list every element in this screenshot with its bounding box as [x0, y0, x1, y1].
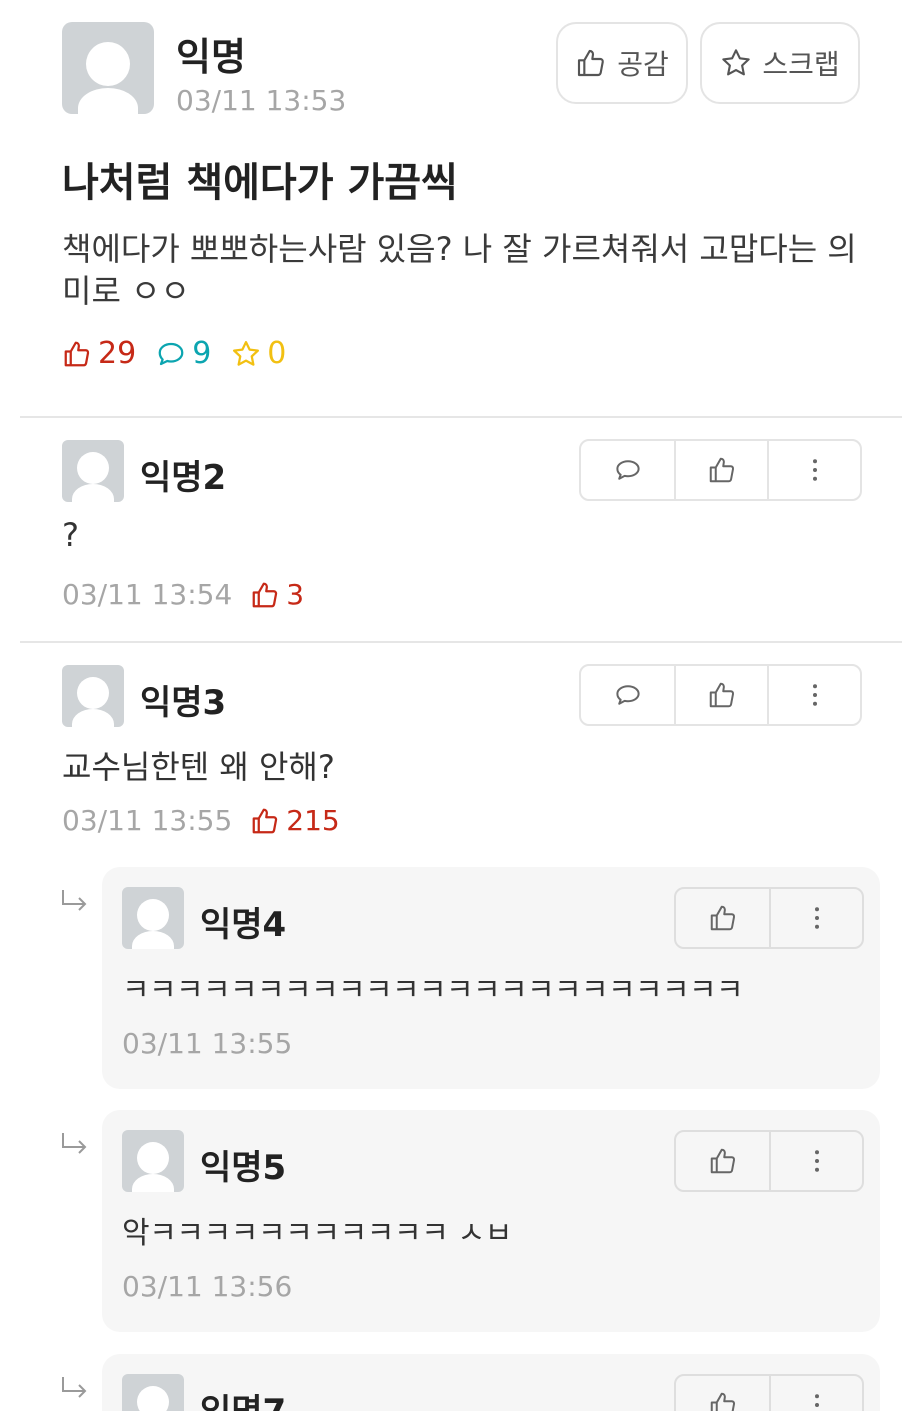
comment-actions — [579, 439, 862, 501]
more-options-button[interactable] — [769, 1376, 862, 1411]
like-count: 29 — [62, 336, 136, 371]
divider — [20, 416, 902, 418]
comment-text: ? — [62, 516, 79, 554]
reply-author-avatar — [122, 1374, 184, 1411]
upvote-button[interactable] — [676, 889, 769, 947]
comment-author: 익명2 — [140, 458, 227, 498]
reply-actions — [674, 1130, 864, 1192]
more-vertical-icon — [812, 684, 817, 706]
star-icon — [722, 49, 751, 76]
reply-item: 익명7 — [102, 1354, 880, 1411]
thumbs-up-icon — [578, 49, 605, 77]
more-options-button[interactable] — [769, 1132, 862, 1190]
reply-author: 익명4 — [200, 905, 287, 945]
comment-vote-count: 3 — [250, 578, 304, 611]
more-vertical-icon — [814, 907, 819, 929]
thumbs-up-icon — [252, 808, 278, 833]
post-stats: 29 9 0 — [62, 336, 286, 371]
like-button-label: 공감 — [617, 48, 669, 81]
reply-author-avatar — [122, 1130, 184, 1192]
more-vertical-icon — [814, 1394, 819, 1407]
thumbs-up-icon — [64, 341, 90, 366]
reply-text: 악ㅋㅋㅋㅋㅋㅋㅋㅋㅋㅋㅋ ㅅㅂ — [122, 1216, 512, 1251]
scrap-count-value: 0 — [267, 336, 287, 371]
post-body: 책에다가 뽀뽀하는사람 있음? 나 잘 가르쳐줘서 고맙다는 의미로 ㅇㅇ — [62, 230, 857, 310]
like-post-button[interactable]: 공감 — [556, 22, 688, 104]
more-vertical-icon — [812, 459, 817, 481]
more-options-button[interactable] — [769, 889, 862, 947]
reply-timestamp: 03/11 13:56 — [122, 1270, 293, 1303]
reply-button[interactable] — [581, 666, 674, 724]
comment-meta: 03/11 13:55 215 — [62, 804, 340, 837]
reply-actions — [674, 1374, 864, 1411]
scrap-button-label: 스크랩 — [762, 48, 840, 81]
comment-vote-value: 3 — [286, 578, 305, 611]
divider — [20, 641, 902, 643]
post-author: 익명 — [176, 35, 246, 79]
comment-meta: 03/11 13:54 3 — [62, 578, 304, 611]
thumbs-up-icon — [709, 682, 734, 708]
comment-author-avatar — [62, 440, 124, 502]
reply-actions — [674, 887, 864, 949]
reply-meta: 03/11 13:55 — [122, 1027, 292, 1060]
reply-item: 익명5 악ㅋㅋㅋㅋㅋㅋㅋㅋㅋㅋㅋ ㅅㅂ 03/11 13:56 — [102, 1110, 880, 1332]
thumbs-up-icon — [252, 582, 278, 607]
reply-meta: 03/11 13:56 — [122, 1270, 292, 1303]
reply-timestamp: 03/11 13:55 — [122, 1027, 293, 1060]
comment-vote-value: 215 — [286, 804, 340, 837]
comment-actions — [579, 664, 862, 726]
reply-arrow-icon — [62, 1377, 87, 1398]
reply-arrow-icon — [62, 1133, 87, 1154]
scrap-post-button[interactable]: 스크랩 — [700, 22, 860, 104]
reply-author: 익명7 — [200, 1384, 286, 1411]
upvote-button[interactable] — [676, 1376, 769, 1411]
reply-author: 익명5 — [200, 1148, 287, 1188]
upvote-button[interactable] — [674, 666, 767, 724]
comment-icon — [615, 460, 640, 480]
comment-icon — [158, 342, 184, 365]
reply-item: 익명4 ㅋㅋㅋㅋㅋㅋㅋㅋㅋㅋㅋㅋㅋㅋㅋㅋㅋㅋㅋㅋㅋㅋㅋ 03/11 13:55 — [102, 867, 880, 1089]
comment-count: 9 — [156, 336, 211, 371]
reply-text: ㅋㅋㅋㅋㅋㅋㅋㅋㅋㅋㅋㅋㅋㅋㅋㅋㅋㅋㅋㅋㅋㅋㅋ — [122, 973, 744, 1008]
post-title: 나처럼 책에다가 가끔씩 — [62, 160, 458, 206]
upvote-button[interactable] — [676, 1132, 769, 1190]
comment-author-avatar — [62, 665, 124, 727]
like-count-value: 29 — [98, 336, 137, 371]
upvote-button[interactable] — [674, 441, 767, 499]
more-vertical-icon — [814, 1150, 819, 1172]
more-options-button[interactable] — [767, 666, 860, 724]
thumbs-up-icon — [709, 457, 734, 483]
thumbs-up-icon — [710, 1392, 735, 1411]
reply-author-avatar — [122, 887, 184, 949]
comment-author: 익명3 — [140, 683, 227, 723]
comment-vote-count: 215 — [250, 804, 340, 837]
comment-count-value: 9 — [192, 336, 212, 371]
reply-arrow-icon — [62, 890, 87, 911]
post-author-avatar — [62, 22, 154, 114]
more-options-button[interactable] — [767, 441, 860, 499]
post-timestamp: 03/11 13:53 — [176, 84, 347, 117]
scrap-count: 0 — [231, 336, 286, 371]
star-icon — [233, 340, 260, 366]
comment-icon — [615, 685, 640, 705]
comment-timestamp: 03/11 13:54 — [62, 578, 233, 611]
comment-timestamp: 03/11 13:55 — [62, 804, 233, 837]
comment-text: 교수님한텐 왜 안해? — [62, 748, 335, 786]
thumbs-up-icon — [710, 1148, 735, 1174]
reply-button[interactable] — [581, 441, 674, 499]
thumbs-up-icon — [710, 905, 735, 931]
